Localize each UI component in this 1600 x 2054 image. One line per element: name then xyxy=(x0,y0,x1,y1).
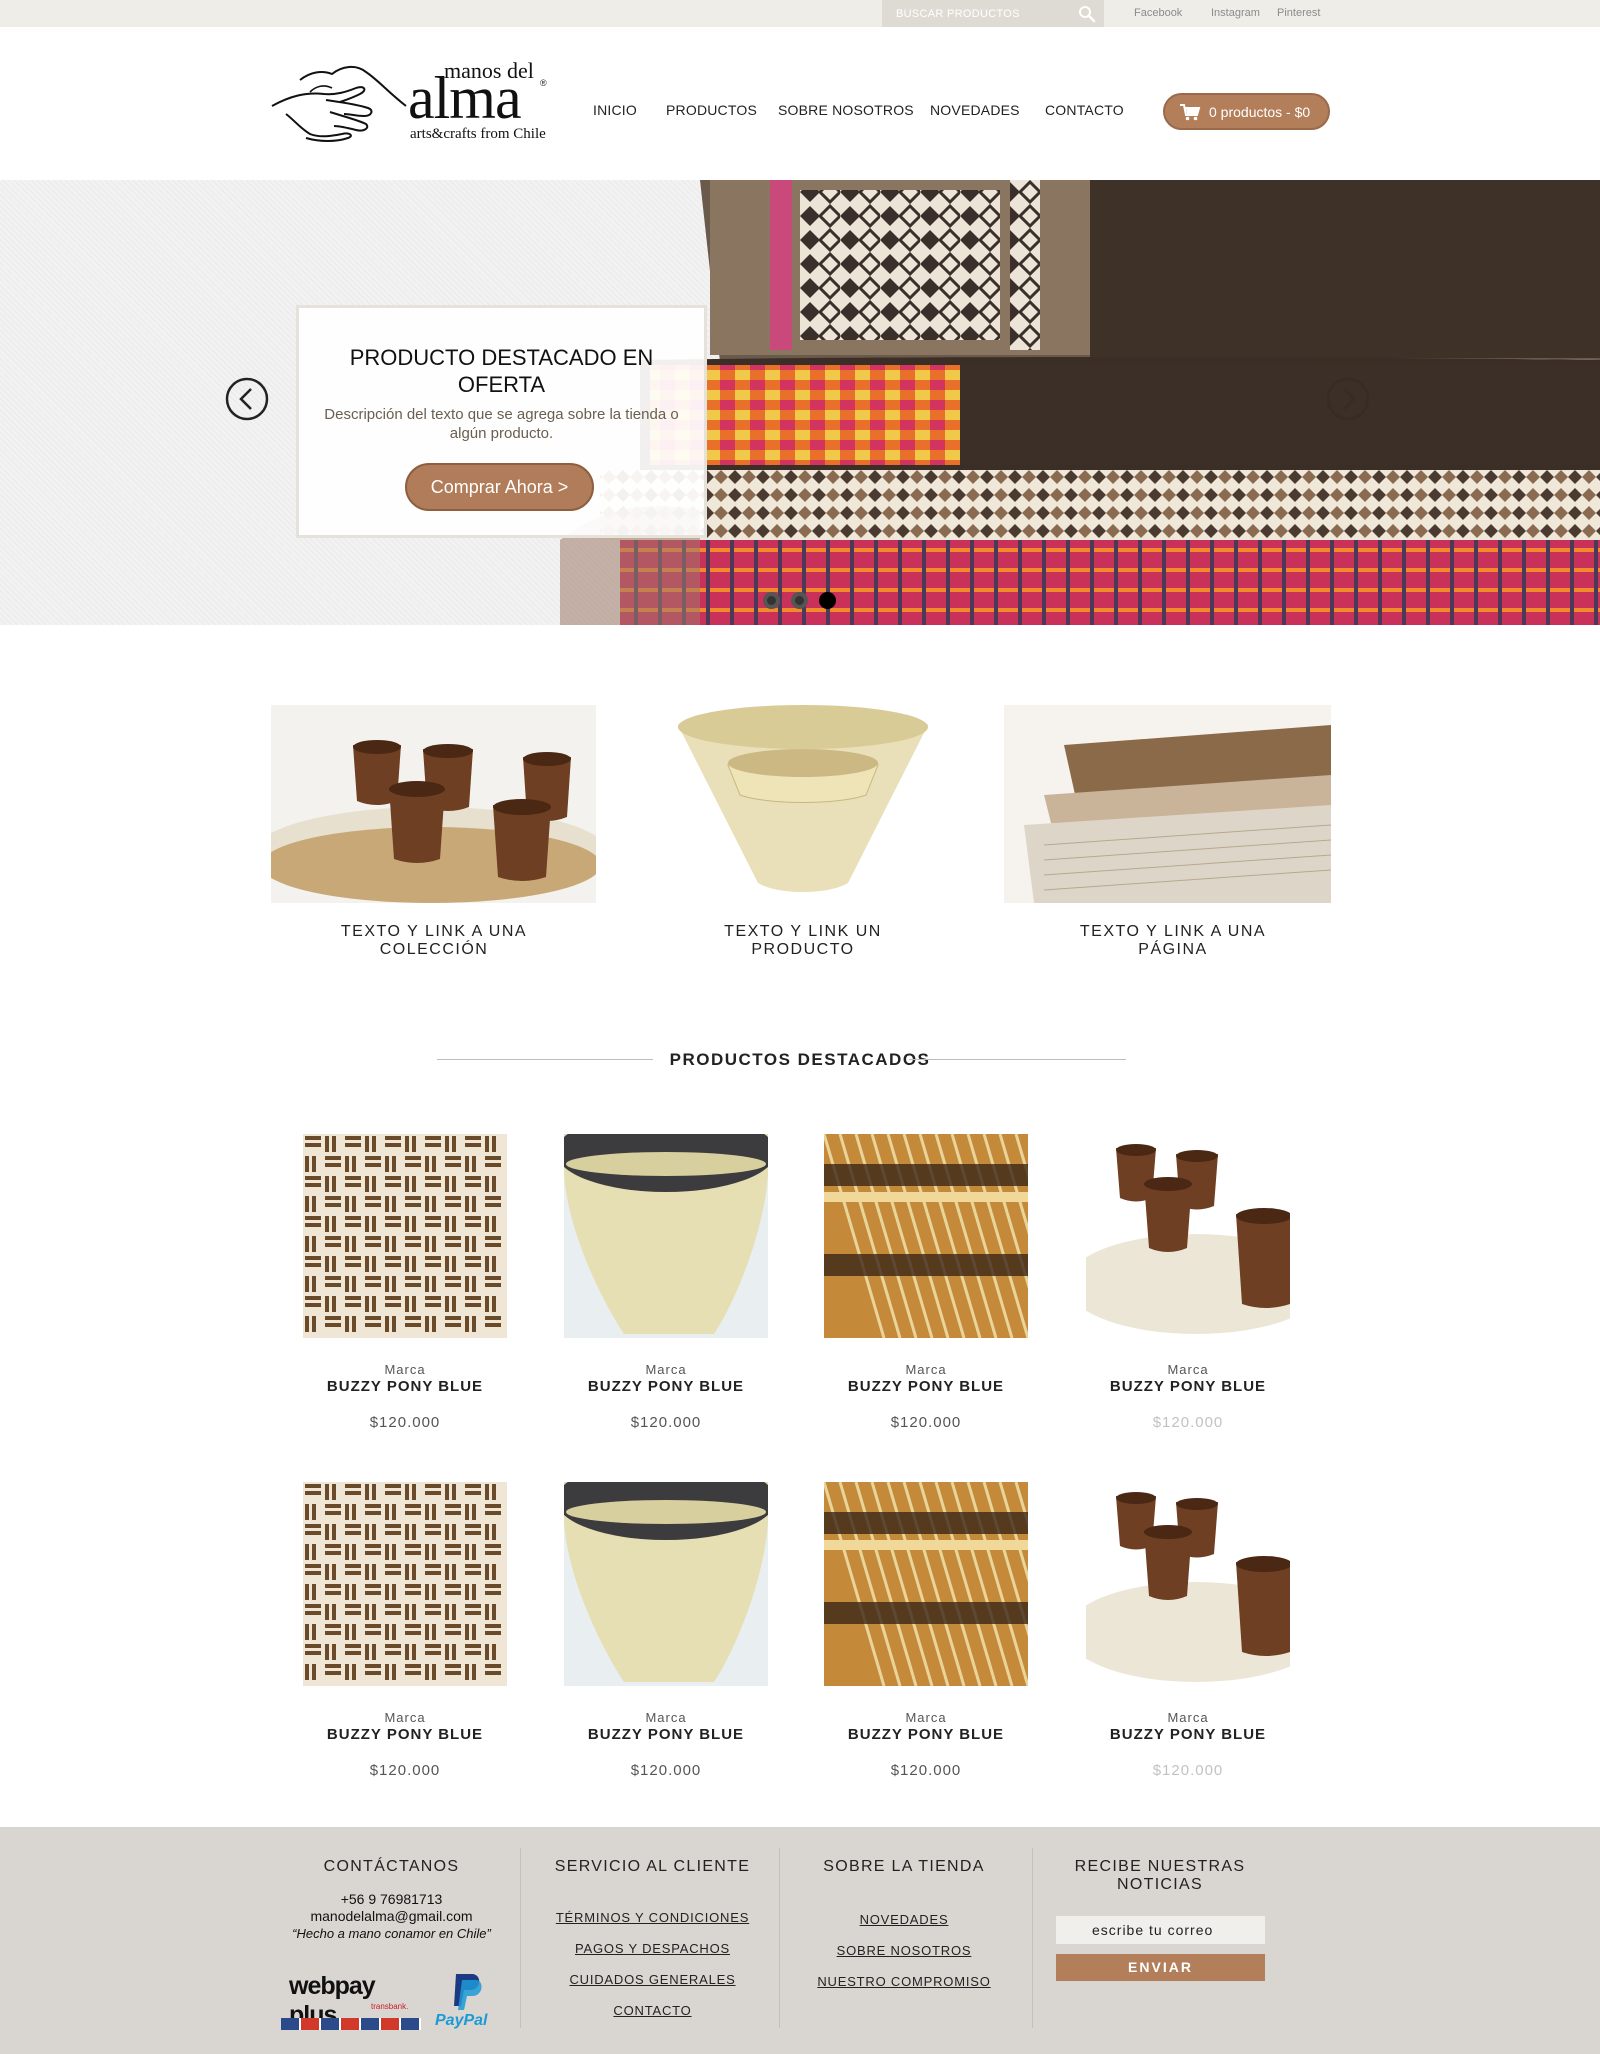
product-brand: Marca xyxy=(384,1362,426,1377)
product-name[interactable]: BUZZY PONY BLUE xyxy=(303,1726,507,1743)
product-image[interactable] xyxy=(303,1134,507,1338)
product-price: $120.000 xyxy=(1152,1762,1224,1779)
product-price: $120.000 xyxy=(630,1414,702,1431)
top-bar: Facebook Instagram Pinterest xyxy=(0,0,1600,27)
product-image[interactable] xyxy=(1086,1482,1290,1686)
product-image[interactable] xyxy=(824,1134,1028,1338)
product-image[interactable] xyxy=(1086,1134,1290,1338)
newsletter-submit-button[interactable]: ENVIAR xyxy=(1056,1954,1265,1981)
buy-now-button[interactable]: Comprar Ahora > xyxy=(405,463,594,511)
webpay-logo: webpay plus transbank. xyxy=(281,1968,421,2034)
product-price: $120.000 xyxy=(369,1762,441,1779)
hero-title: PRODUCTO DESTACADO EN OFERTA xyxy=(349,345,654,397)
slider-prev-arrow-icon[interactable] xyxy=(225,377,269,421)
footer-link-cuidados[interactable]: CUIDADOS GENERALES xyxy=(530,1972,775,1987)
logo-text-main: alma xyxy=(408,65,522,131)
collection-link-coleccion[interactable]: TEXTO Y LINK A UNA COLECCIÓN xyxy=(304,923,564,959)
newsletter-email-input[interactable] xyxy=(1056,1916,1265,1944)
footer-contact-title: CONTÁCTANOS xyxy=(323,1858,460,1875)
footer-divider-2 xyxy=(779,1848,780,2028)
product-brand: Marca xyxy=(645,1362,687,1377)
product-name[interactable]: BUZZY PONY BLUE xyxy=(1086,1378,1290,1395)
hero-slider xyxy=(0,180,1600,625)
search-input[interactable] xyxy=(882,0,1068,27)
divider-right xyxy=(909,1059,1126,1060)
registered-mark: ® xyxy=(540,78,547,88)
collection-image-bowl[interactable] xyxy=(638,705,964,903)
footer-divider-1 xyxy=(520,1848,521,2028)
logo[interactable]: manos del alma ® arts&crafts from Chile xyxy=(270,58,548,146)
footer-email[interactable]: manodelalma@gmail.com xyxy=(270,1908,513,1925)
cart-icon xyxy=(1180,104,1201,121)
nav-contacto[interactable]: CONTACTO xyxy=(1045,102,1124,118)
instagram-link[interactable]: Instagram xyxy=(1211,7,1260,19)
paypal-icon xyxy=(454,1974,482,2010)
collection-image-cups[interactable] xyxy=(271,705,596,903)
footer-link-pagos[interactable]: PAGOS Y DESPACHOS xyxy=(530,1941,775,1956)
product-brand: Marca xyxy=(905,1362,947,1377)
product-image[interactable] xyxy=(564,1134,768,1338)
slider-next-arrow-icon[interactable] xyxy=(1326,377,1370,421)
hands-logo-icon xyxy=(271,66,407,142)
pinterest-link[interactable]: Pinterest xyxy=(1277,7,1320,19)
product-image[interactable] xyxy=(303,1482,507,1686)
hero-card: PRODUCTO DESTACADO EN OFERTA Descripción… xyxy=(296,305,707,538)
product-brand: Marca xyxy=(1167,1710,1209,1725)
footer-tagline: “Hecho a mano conamor en Chile” xyxy=(292,1926,491,1941)
slider-dot-1[interactable] xyxy=(763,592,780,609)
search-box xyxy=(882,0,1104,27)
footer-about-title: SOBRE LA TIENDA xyxy=(823,1858,985,1875)
card-brands-icon xyxy=(281,2018,421,2030)
logo-text-sub: arts&crafts from Chile xyxy=(410,126,546,142)
product-price: $120.000 xyxy=(890,1762,962,1779)
product-name[interactable]: BUZZY PONY BLUE xyxy=(1086,1726,1290,1743)
product-name[interactable]: BUZZY PONY BLUE xyxy=(303,1378,507,1395)
footer-link-compromiso[interactable]: NUESTRO COMPROMISO xyxy=(790,1974,1018,1989)
footer-link-contacto[interactable]: CONTACTO xyxy=(530,2003,775,2018)
product-brand: Marca xyxy=(645,1710,687,1725)
product-price: $120.000 xyxy=(630,1762,702,1779)
product-name[interactable]: BUZZY PONY BLUE xyxy=(564,1726,768,1743)
facebook-link[interactable]: Facebook xyxy=(1134,7,1182,19)
paypal-logo: PayPal xyxy=(434,1972,494,2034)
nav-sobre-nosotros[interactable]: SOBRE NOSOTROS xyxy=(778,102,914,118)
product-name[interactable]: BUZZY PONY BLUE xyxy=(824,1726,1028,1743)
cart-label: 0 productos - $0 xyxy=(1209,104,1311,120)
paypal-text: PayPal xyxy=(435,2012,488,2029)
cart-button[interactable]: 0 productos - $0 xyxy=(1163,93,1330,130)
footer-link-novedades[interactable]: NOVEDADES xyxy=(790,1912,1018,1927)
product-name[interactable]: BUZZY PONY BLUE xyxy=(824,1378,1028,1395)
product-brand: Marca xyxy=(1167,1362,1209,1377)
nav-productos[interactable]: PRODUCTOS xyxy=(666,102,757,118)
collection-link-pagina[interactable]: TEXTO Y LINK A UNA PÁGINA xyxy=(1043,923,1303,959)
product-price: $120.000 xyxy=(369,1414,441,1431)
search-icon[interactable] xyxy=(1078,5,1096,23)
product-price: $120.000 xyxy=(890,1414,962,1431)
product-brand: Marca xyxy=(384,1710,426,1725)
nav-novedades[interactable]: NOVEDADES xyxy=(930,102,1020,118)
nav-inicio[interactable]: INICIO xyxy=(593,102,637,118)
product-image[interactable] xyxy=(824,1482,1028,1686)
footer-service-title: SERVICIO AL CLIENTE xyxy=(554,1858,751,1875)
collection-link-producto[interactable]: TEXTO Y LINK UN PRODUCTO xyxy=(673,923,933,959)
product-brand: Marca xyxy=(905,1710,947,1725)
footer-link-terminos[interactable]: TÉRMINOS Y CONDICIONES xyxy=(530,1910,775,1925)
product-image[interactable] xyxy=(564,1482,768,1686)
featured-title: PRODUCTOS DESTACADOS xyxy=(669,1050,931,1069)
footer-newsletter-title: RECIBE NUESTRAS NOTICIAS xyxy=(1074,1858,1246,1893)
product-name[interactable]: BUZZY PONY BLUE xyxy=(564,1378,768,1395)
footer-divider-3 xyxy=(1032,1848,1033,2028)
footer-phone: +56 9 76981713 xyxy=(340,1891,443,1907)
transbank-text: transbank. xyxy=(371,2002,409,2011)
product-price: $120.000 xyxy=(1152,1414,1224,1431)
slider-dot-2[interactable] xyxy=(791,592,808,609)
hero-description: Descripción del texto que se agrega sobr… xyxy=(324,406,679,442)
collection-image-textiles[interactable] xyxy=(1004,705,1331,903)
footer-link-sobre-nosotros[interactable]: SOBRE NOSOTROS xyxy=(790,1943,1018,1958)
slider-dot-3[interactable] xyxy=(819,592,836,609)
